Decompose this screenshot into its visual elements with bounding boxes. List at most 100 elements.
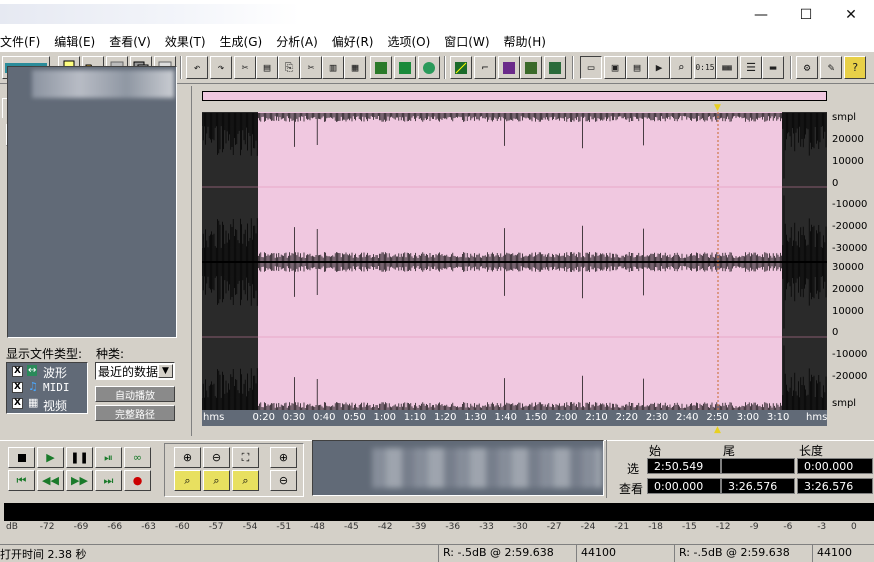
meter-tick: -63 [141,522,156,532]
help-icon[interactable]: ? [844,56,866,79]
menu-window[interactable]: 窗口(W) [444,33,496,50]
scripts-icon[interactable]: ✎ [820,56,842,79]
go-to-end-button[interactable]: ⏭ [95,470,122,491]
play-button[interactable]: ▶ [37,447,64,468]
cue-list-icon[interactable]: ▤ [626,56,648,79]
cursor-marker-bottom-icon[interactable]: ▲ [714,425,721,435]
zoom-full-icon[interactable]: ⛶ [232,447,259,468]
select-end-field[interactable] [721,458,795,474]
rewind-button[interactable]: ◀◀ [37,470,64,491]
file-list[interactable] [7,66,177,338]
menu-help[interactable]: 帮助(H) [504,33,553,50]
time-display-icon[interactable]: 0:15 [694,56,716,79]
stop-button[interactable] [8,447,35,468]
chevron-down-icon[interactable]: ▼ [158,364,173,378]
envelope-icon[interactable] [450,56,472,79]
time-tick: 2:20 [615,412,639,423]
meter-tick: dB [6,522,18,532]
time-tick: 0:50 [343,412,366,423]
undo-icon[interactable]: ↶ [186,56,208,79]
zoom-out-icon[interactable]: ⊖ [203,447,230,468]
overview-bar[interactable] [202,91,827,101]
menu-file[interactable]: 文件(F) [0,33,47,50]
meter-tick: -30 [513,522,528,532]
status-bar-toggle-icon[interactable]: ▬ [762,56,784,79]
organizer-toggle-icon[interactable]: ▭ [580,56,602,79]
meter-tick: -36 [445,522,461,532]
file-list-item-redacted[interactable] [32,70,174,98]
menu-effects[interactable]: 效果(T) [165,33,213,50]
meter-tick: -48 [310,522,325,532]
status-level-1: R: -.5dB @ 2:59.638 [438,545,576,562]
close-button[interactable]: ✕ [828,0,874,30]
type-midi-checkbox[interactable]: X [12,382,23,393]
snap-icon[interactable]: ⌐ [474,56,496,79]
level-meter-icon[interactable]: ☰ [740,56,762,79]
zoom-left-icon[interactable]: ⌕ [174,470,201,491]
zoom-toggle-icon[interactable]: ⌕ [670,56,692,79]
minimize-button[interactable]: — [738,0,784,30]
meter-tick: -57 [208,522,224,532]
redo-icon[interactable]: ↷ [210,56,232,79]
show-waveform-icon[interactable] [498,56,520,79]
sel-col-start: 始 [649,444,662,458]
view-length-field[interactable]: 3:26.576 [797,478,873,494]
zoom-out-vertical-icon[interactable]: ⊖ [270,470,297,491]
pause-button[interactable]: ❚❚ [66,447,93,468]
repeat-last-icon[interactable]: ✂ [234,56,256,79]
settings-icon[interactable]: ⚙ [796,56,818,79]
menu-favorites[interactable]: 偏好(R) [332,33,381,50]
status-rate-1: 44100 [576,545,626,562]
type-video-checkbox[interactable]: X [12,398,23,409]
maximize-button[interactable]: ☐ [783,0,829,30]
status-open-time: 打开时间 2.38 秒 [0,548,87,561]
time-ruler[interactable]: hms 0:20 0:30 0:40 0:50 1:00 1:10 1:20 1:30 1:40 1… [202,410,827,426]
crop-icon[interactable] [394,56,416,79]
amp-unit-top: smpl [832,112,857,123]
meter-tick: -9 [749,522,759,532]
time-tick: 3:10 [766,412,790,423]
record-button[interactable]: ● [124,470,151,491]
select-length-field[interactable]: 0:00.000 [797,458,873,474]
selection-display-icon[interactable]: ▦▦ [716,56,738,79]
view-start-field[interactable]: 0:00.000 [647,478,721,494]
mix-paste-icon[interactable]: ▦ [344,56,366,79]
menu-options[interactable]: 选项(O) [387,33,437,50]
play-to-end-button[interactable]: ⏯ [95,447,122,468]
zoom-right-icon[interactable]: ⌕ [203,470,230,491]
show-grid-icon[interactable] [544,56,566,79]
loop-play-button[interactable]: ∞ [124,447,151,468]
copy-icon[interactable]: ⎘ [278,56,300,79]
zoom-in-icon[interactable]: ⊕ [174,447,201,468]
show-spectral-icon[interactable] [520,56,542,79]
cd-list-icon[interactable]: ▣ [604,56,626,79]
time-tick: 2:40 [676,412,699,423]
view-end-field[interactable]: 3:26.576 [721,478,795,494]
amp-tick: 20000 [832,134,864,145]
selection-panel: 始 尾 长度 选 查看 2:50.549 0:00.000 0:00.000 3… [606,440,874,498]
level-meter-bar [4,503,874,521]
zoom-selection-icon[interactable]: ⌕ [232,470,259,491]
copy-new-icon[interactable]: ▤ [256,56,278,79]
waveform-display[interactable] [202,112,827,412]
type-wave-checkbox[interactable]: X [12,366,23,377]
menu-view[interactable]: 查看(V) [109,33,158,50]
zoom-in-vertical-icon[interactable]: ⊕ [270,447,297,468]
select-start-field[interactable]: 2:50.549 [647,458,721,474]
go-to-start-button[interactable]: ⏮ [8,470,35,491]
fast-forward-button[interactable]: ▶▶ [66,470,93,491]
cut-icon[interactable]: ✂ [300,56,322,79]
meter-tick: 0 [851,522,857,532]
transport-toggle-icon[interactable]: ▶ [648,56,670,79]
autoplay-button[interactable]: 自动播放 [95,386,175,402]
paste-icon[interactable]: ▥ [322,56,344,79]
silence-icon[interactable] [418,56,440,79]
amp-tick: 0 [832,177,839,189]
menu-edit[interactable]: 编辑(E) [54,33,102,50]
menu-analyze[interactable]: 分析(A) [276,33,325,50]
meter-tick: -45 [344,522,359,532]
video-icon: ▦ [28,396,39,409]
full-path-button[interactable]: 完整路径 [95,405,175,421]
menu-generate[interactable]: 生成(G) [220,33,270,50]
trim-icon[interactable] [370,56,392,79]
